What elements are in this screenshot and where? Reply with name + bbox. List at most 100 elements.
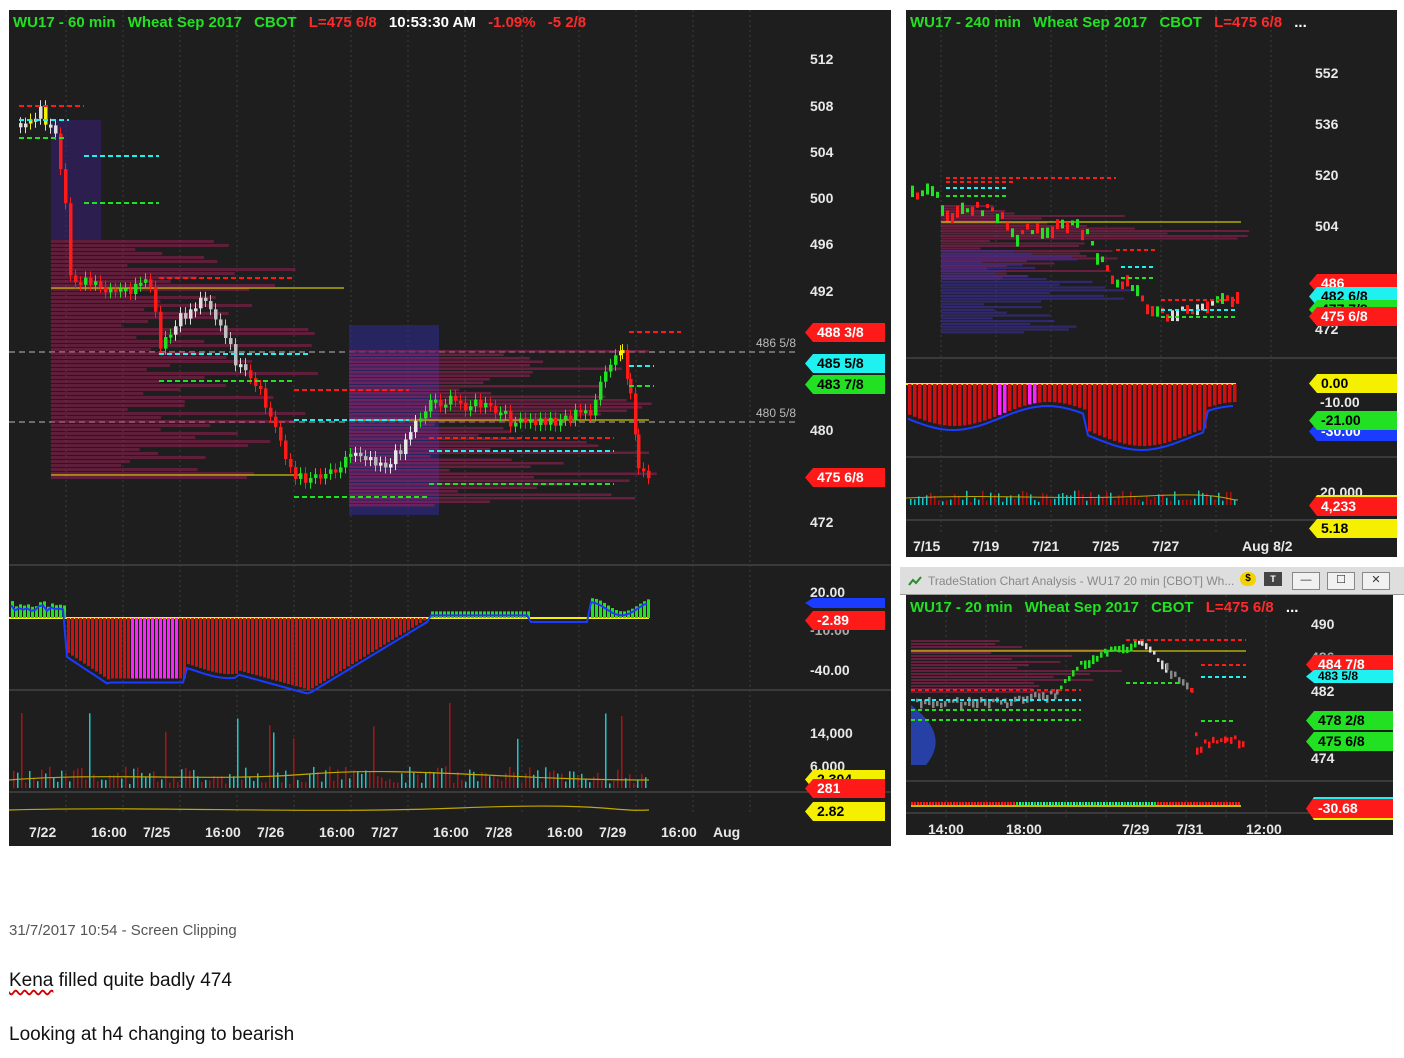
- volume-bar: [970, 501, 972, 505]
- candle-body: [1068, 676, 1071, 682]
- oscillator-bar: [1043, 384, 1047, 403]
- main-chart-panel[interactable]: WU17 - 60 min Wheat Sep 2017 CBOT L=475 …: [9, 10, 891, 846]
- candle-body: [626, 350, 630, 379]
- candle-body: [564, 415, 568, 420]
- candle-body: [239, 364, 243, 368]
- volume-bar: [205, 779, 207, 788]
- oscillator-bar: [1063, 384, 1067, 404]
- oscillator-bar: [977, 802, 979, 805]
- oscillator-bar: [391, 618, 394, 640]
- main-chart-canvas[interactable]: [9, 10, 891, 846]
- oscillator-value-tag: -2.89: [805, 611, 885, 630]
- c240-price-label: 552: [1315, 65, 1339, 81]
- volume-profile-bar: [349, 392, 492, 395]
- candle-body: [1006, 222, 1009, 231]
- oscillator-bar: [923, 802, 925, 805]
- minimize-button[interactable]: —: [1292, 572, 1320, 590]
- oscillator-bar: [1163, 384, 1167, 444]
- volume-profile-bar: [941, 292, 1050, 295]
- candle-body: [594, 399, 598, 416]
- price-tag-green: 483 7/8: [805, 375, 885, 394]
- oscillator-bar: [1228, 384, 1232, 403]
- oscillator-bar: [911, 802, 913, 805]
- volume-bar: [53, 777, 55, 788]
- candle-body: [484, 402, 488, 408]
- chart-240-panel[interactable]: WU17 - 240 min Wheat Sep 2017 CBOT L=475…: [906, 10, 1397, 557]
- oscillator-bar: [59, 604, 62, 618]
- oscillator-bar: [935, 802, 937, 805]
- window-titlebar[interactable]: TradeStation Chart Analysis - WU17 20 mi…: [900, 567, 1404, 595]
- candle-body: [394, 450, 398, 465]
- volume-profile-bar: [941, 230, 1250, 232]
- oscillator-bar: [908, 384, 912, 415]
- candle-body: [1006, 702, 1009, 708]
- volume-bar: [633, 783, 635, 788]
- main-time: 10:53:30 AM: [388, 14, 476, 31]
- candle-body: [1031, 230, 1034, 235]
- volume-bar: [385, 781, 387, 788]
- volume-bar: [437, 767, 439, 788]
- candle-body: [554, 417, 558, 426]
- oscillator-bar: [279, 618, 282, 682]
- volume-bar: [1122, 491, 1124, 505]
- volume-bar: [1002, 501, 1004, 505]
- volume-bar: [333, 780, 335, 788]
- volume-bar: [986, 500, 988, 505]
- volume-profile-bar: [349, 441, 587, 444]
- oscillator-bar: [1208, 802, 1210, 805]
- volume-bar: [149, 773, 151, 788]
- oscillator-bar: [928, 384, 932, 423]
- volume-bar: [301, 781, 303, 788]
- volume-profile-bar: [941, 303, 984, 306]
- volume-profile-bar: [51, 320, 149, 323]
- candle-body: [1096, 253, 1099, 265]
- volume-profile-bar: [349, 381, 484, 384]
- volume-bar: [197, 776, 199, 788]
- volume-bar: [125, 766, 127, 788]
- candle-body: [637, 434, 641, 469]
- volume-profile-bar: [349, 479, 630, 482]
- main-price-label: 504: [810, 144, 834, 160]
- volume-bar: [465, 781, 467, 788]
- candle-body: [960, 701, 963, 710]
- candle-body: [534, 419, 538, 426]
- candle-body: [49, 124, 53, 128]
- volume-bar: [265, 782, 267, 788]
- dollar-badge-icon[interactable]: $: [1240, 572, 1256, 586]
- candle-body: [424, 411, 428, 419]
- oscillator-bar: [1038, 384, 1042, 403]
- candle-body: [1182, 679, 1185, 686]
- volume-bar: [942, 501, 944, 505]
- oscillator-bar: [303, 618, 306, 689]
- volume-profile-bar: [349, 444, 599, 447]
- candle-body: [1221, 293, 1224, 304]
- c20-last-price: L=475 6/8: [1205, 599, 1274, 616]
- oscillator-bar: [956, 802, 958, 805]
- volume-profile-bar: [941, 217, 1042, 220]
- candle-body: [444, 404, 448, 408]
- oscillator-bar: [1154, 802, 1156, 805]
- volume-bar: [938, 500, 940, 505]
- close-button[interactable]: ✕: [1362, 572, 1390, 590]
- text-badge-icon[interactable]: T: [1264, 572, 1282, 586]
- c240-osc-tag-yellow: 0.00: [1309, 374, 1397, 393]
- oscillator-bar: [962, 802, 964, 805]
- volume-bar: [962, 499, 964, 505]
- chart-20-panel[interactable]: WU17 - 20 min Wheat Sep 2017 CBOT L=475 …: [906, 595, 1393, 835]
- volume-profile-bar: [941, 306, 1042, 309]
- candle-body: [24, 123, 28, 128]
- candle-body: [1056, 219, 1059, 230]
- volume-axis-label: 14,000: [810, 725, 853, 741]
- oscillator-bar: [1198, 384, 1202, 431]
- volume-bar: [605, 713, 607, 788]
- candle-body: [89, 277, 93, 285]
- candle-body: [324, 473, 328, 479]
- oscillator-bar: [307, 618, 310, 690]
- volume-profile-bar: [911, 658, 1012, 660]
- oscillator-bar: [119, 618, 122, 679]
- oscillator-bar: [1118, 384, 1122, 443]
- maximize-button[interactable]: ☐: [1327, 572, 1355, 590]
- oscillator-bar: [926, 802, 928, 805]
- c240-time-label: 7/21: [1032, 538, 1060, 554]
- candle-body: [911, 185, 914, 198]
